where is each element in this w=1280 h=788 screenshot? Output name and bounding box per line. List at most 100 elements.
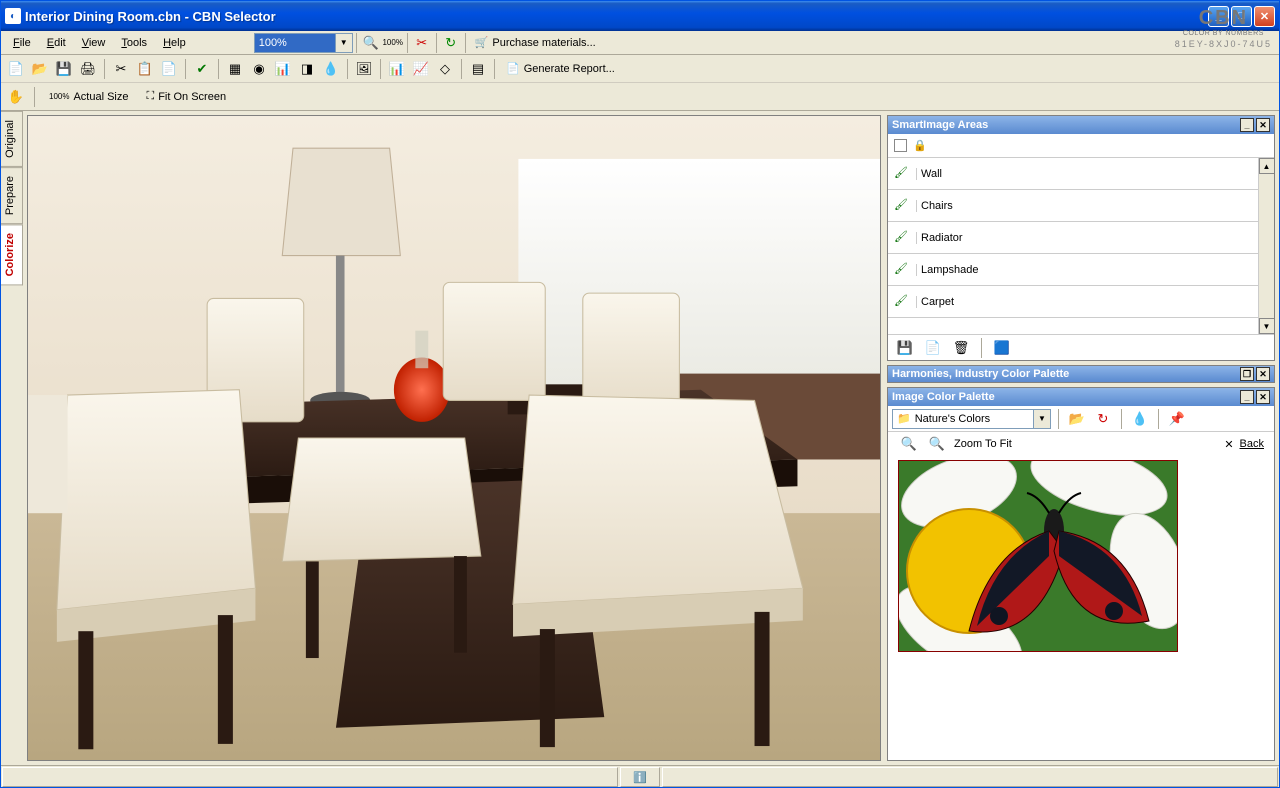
hand-tool-icon[interactable]: ✋ <box>5 86 27 108</box>
palette-sub-toolbar: 🔍 🔍 Zoom To Fit ✕ Back <box>888 432 1274 456</box>
harmonies-panel: Harmonies, Industry Color Palette ❐ ✕ <box>887 365 1275 383</box>
status-info-icon: ℹ️ <box>620 767 660 787</box>
palette-image[interactable] <box>898 460 1178 652</box>
dining-room-image <box>28 116 880 760</box>
levels-icon[interactable]: 📈 <box>410 58 432 80</box>
area-name: Lampshade <box>916 264 1240 276</box>
generate-report-button[interactable]: 📄 Generate Report... <box>500 60 621 77</box>
brush-icon: 🖌 <box>894 166 910 182</box>
moth-flower-image <box>899 461 1178 652</box>
menu-edit[interactable]: Edit <box>39 34 74 52</box>
chevron-down-icon[interactable]: ▼ <box>1033 410 1050 428</box>
menu-view[interactable]: View <box>74 34 114 52</box>
zoom-combo[interactable]: ▼ <box>254 33 353 53</box>
image-viewport[interactable] <box>27 115 881 761</box>
save-icon[interactable]: 💾 <box>53 58 75 80</box>
lock-icon[interactable]: 🔒 <box>913 139 927 152</box>
scroll-up-icon[interactable]: ▲ <box>1259 158 1275 174</box>
zoom-input[interactable] <box>255 34 335 52</box>
eyedropper-icon[interactable]: 💧 <box>320 58 342 80</box>
new-icon[interactable]: 📄 <box>5 58 27 80</box>
area-name: Wall <box>916 168 1240 180</box>
delete-area-icon[interactable]: 🗑 <box>950 337 972 359</box>
area-row[interactable]: 🖌 Lampshade <box>888 254 1258 286</box>
folder-icon: 📁 <box>897 412 911 425</box>
smartimage-top-toolbar: 🔒 <box>888 134 1274 158</box>
tab-prepare[interactable]: Prepare <box>1 167 23 224</box>
layers-icon[interactable]: ▤ <box>467 58 489 80</box>
area-row[interactable]: 🖌Carpet <box>888 286 1258 318</box>
brush-icon: 🖌 <box>894 198 910 214</box>
color-select-icon[interactable]: 🟦 <box>991 337 1013 359</box>
smartimage-panel: SmartImage Areas _ ✕ 🔒 🖌Wall🖌Chairs🖌Radi… <box>887 115 1275 361</box>
contrast-icon[interactable]: ◨ <box>296 58 318 80</box>
title-bar: ◐ Interior Dining Room.cbn - CBN Selecto… <box>1 1 1279 31</box>
area-row[interactable]: 🖌 Radiator <box>888 222 1258 254</box>
panel-minimize-button[interactable]: _ <box>1240 118 1254 132</box>
refresh-icon[interactable]: ↻ <box>440 32 462 54</box>
erase-icon[interactable]: ◇ <box>434 58 456 80</box>
area-row[interactable]: 🖌 Wall <box>888 158 1258 190</box>
scrollbar[interactable]: ▲ ▼ <box>1258 158 1274 334</box>
panel-close-button[interactable]: ✕ <box>1256 390 1270 404</box>
status-cell-right <box>662 767 1278 787</box>
purchase-materials-button[interactable]: 🛒 Purchase materials... <box>469 34 602 51</box>
brush-icon: 🖌 <box>894 230 910 246</box>
print-icon[interactable]: 🖨 <box>77 58 99 80</box>
chevron-down-icon[interactable]: ▼ <box>335 34 352 52</box>
bar-chart-icon[interactable]: 📊 <box>386 58 408 80</box>
brush-icon: 🖌 <box>894 294 910 310</box>
back-button[interactable]: Back <box>1240 438 1264 450</box>
vertical-tabs: Original Prepare Colorize <box>1 111 23 765</box>
copy-icon[interactable]: 📋 <box>134 58 156 80</box>
panel-restore-button[interactable]: ❐ <box>1240 367 1254 381</box>
paste-icon[interactable]: 📄 <box>158 58 180 80</box>
zoom-in-icon[interactable]: 🔍 <box>898 433 920 455</box>
zoom-out-icon[interactable]: 🔍 <box>926 433 948 455</box>
tab-colorize[interactable]: Colorize <box>1 224 23 285</box>
cut-tool-icon[interactable]: ✂ <box>411 32 433 54</box>
title-text: Interior Dining Room.cbn - CBN Selector <box>25 9 1208 24</box>
area-row[interactable]: 🖌Chairs <box>888 190 1258 222</box>
brush-icon: 🖌 <box>894 262 910 278</box>
zoom-in-icon[interactable]: 🔍 <box>360 32 382 54</box>
cut-icon[interactable]: ✂ <box>110 58 132 80</box>
menu-file[interactable]: File <box>5 34 39 52</box>
panel-close-button[interactable]: ✕ <box>1256 118 1270 132</box>
content-area: Original Prepare Colorize <box>1 111 1279 765</box>
toolbar-view: ✋ 100% Actual Size ⛶ Fit On Screen <box>1 83 1279 111</box>
reload-icon[interactable]: ↻ <box>1092 408 1114 430</box>
smartimage-header: SmartImage Areas _ ✕ <box>888 116 1274 134</box>
report-icon: 📄 <box>506 62 520 75</box>
pin-icon[interactable]: 📌 <box>1166 408 1188 430</box>
scroll-down-icon[interactable]: ▼ <box>1259 318 1275 334</box>
new-area-icon[interactable]: 📄 <box>922 337 944 359</box>
fit-screen-button[interactable]: ⛶ Fit On Screen <box>140 87 234 106</box>
fit-screen-icon: ⛶ <box>147 90 155 103</box>
brand-logo: CBN COLOR BY NUMBERS 81EY-8XJ0-74U5 <box>1175 0 1272 56</box>
select-all-checkbox[interactable] <box>894 139 907 152</box>
chart-icon[interactable]: 📊 <box>272 58 294 80</box>
picture-icon[interactable]: 🖼 <box>353 58 375 80</box>
zoom-100-icon[interactable]: 100% <box>382 32 404 54</box>
save-area-icon[interactable]: 💾 <box>894 337 916 359</box>
right-panels: SmartImage Areas _ ✕ 🔒 🖌Wall🖌Chairs🖌Radi… <box>887 115 1275 761</box>
zoom-to-fit-button[interactable]: Zoom To Fit <box>954 438 1012 450</box>
palette-combo[interactable]: 📁Nature's Colors ▼ <box>892 409 1051 429</box>
color-wheel-icon[interactable]: ◉ <box>248 58 270 80</box>
menu-tools[interactable]: Tools <box>113 34 155 52</box>
tab-original[interactable]: Original <box>1 111 23 167</box>
grid-icon[interactable]: ▦ <box>224 58 246 80</box>
toolbar-main: 📄 📂 💾 🖨 ✂ 📋 📄 ✔ ▦ ◉ 📊 ◨ 💧 🖼 📊 📈 ◇ ▤ 📄 Ge… <box>1 55 1279 83</box>
area-name: Radiator <box>916 232 1240 244</box>
open-folder-icon[interactable]: 📂 <box>1066 408 1088 430</box>
main-area: SmartImage Areas _ ✕ 🔒 🖌Wall🖌Chairs🖌Radi… <box>23 111 1279 765</box>
panel-close-button[interactable]: ✕ <box>1256 367 1270 381</box>
open-icon[interactable]: 📂 <box>29 58 51 80</box>
menu-help[interactable]: Help <box>155 34 194 52</box>
actual-size-button[interactable]: 100% Actual Size <box>42 88 136 106</box>
undo-icon[interactable]: ✔ <box>191 58 213 80</box>
panel-minimize-button[interactable]: _ <box>1240 390 1254 404</box>
eyedropper-icon[interactable]: 💧 <box>1129 408 1151 430</box>
close-x-icon[interactable]: ✕ <box>1224 438 1233 451</box>
